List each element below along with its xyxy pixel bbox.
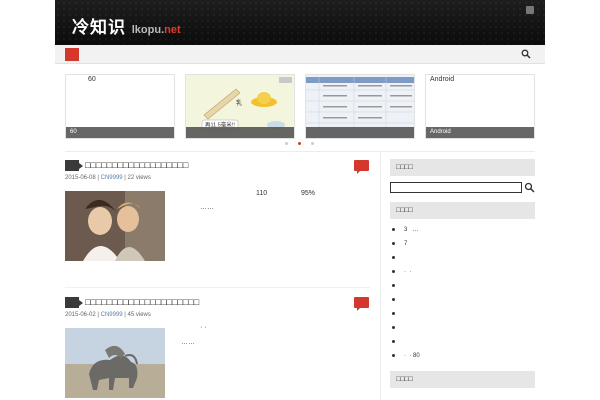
search-icon[interactable] (524, 182, 535, 193)
post-thumbnail[interactable] (65, 328, 165, 398)
sidebar-list-item[interactable] (392, 283, 404, 289)
comment-count-icon[interactable] (354, 297, 369, 311)
post-title[interactable]: □□□□□□□□□□□□□□□□□□□□□ (85, 297, 199, 307)
search-input[interactable] (390, 182, 522, 193)
slide-top-text: 60 (88, 76, 96, 83)
post-title[interactable]: □□□□□□□□□□□□□□□□□□□ (85, 160, 188, 170)
slide-caption (306, 127, 414, 138)
widget-title-tags: □□□□ (390, 371, 535, 388)
slide-3[interactable] (305, 74, 415, 139)
nav-bar (55, 45, 545, 64)
sidebar-list-item[interactable] (392, 255, 404, 261)
post-icon (65, 160, 83, 171)
post-excerpt-marks: · · (200, 324, 207, 331)
slide-caption: Android (426, 127, 534, 138)
widget-title-recent: □□□□ (390, 202, 535, 219)
logo-domain: lkopu.net (131, 24, 181, 36)
sidebar-list-item[interactable]: · · 80 (392, 353, 420, 359)
sidebar-list-item[interactable] (392, 297, 404, 303)
sidebar-list-item[interactable]: 7 (392, 241, 407, 247)
slider-dot[interactable] (311, 142, 314, 145)
site-header: 冷知识 lkopu.net (55, 0, 545, 45)
sidebar-list-item[interactable]: · · (392, 269, 411, 275)
slider-dot-active[interactable] (298, 142, 301, 145)
slide-1[interactable]: 60 60 (65, 74, 175, 139)
post-meta: 2015-06-02 | CN9999 | 45 views (65, 312, 151, 318)
sidebar-list-item[interactable] (392, 311, 404, 317)
post-views: 22 views (127, 175, 151, 181)
comment-count-icon[interactable] (354, 160, 369, 174)
post-meta: 2015-06-08 | CN9999 | 22 views (65, 175, 151, 181)
post-date: 2015-06-02 (65, 312, 96, 318)
sidebar-list-item[interactable] (392, 339, 404, 345)
content-divider (65, 151, 535, 152)
post-author: CN9999 (100, 312, 123, 318)
post-excerpt-number: 110 (256, 190, 268, 197)
post-views: 45 views (127, 312, 151, 318)
post-thumbnail[interactable] (65, 191, 165, 261)
rss-icon[interactable] (526, 6, 534, 14)
sidebar-list-item[interactable]: 3 … (392, 227, 418, 233)
post-date: 2015-06-08 (65, 175, 96, 181)
slider-dot[interactable] (285, 142, 288, 145)
slide-caption: 60 (66, 127, 174, 138)
post-icon (65, 297, 83, 308)
post-excerpt-ellipsis: …… (200, 204, 214, 211)
widget-title-search: □□□□ (390, 159, 535, 176)
logo-text: 冷知识 (72, 18, 126, 37)
post-excerpt-ellipsis: …… (181, 339, 195, 346)
post-separator (65, 287, 370, 288)
search-icon[interactable] (521, 49, 531, 59)
menu-button[interactable] (65, 48, 79, 61)
post-author: CN9999 (100, 175, 123, 181)
slide-2[interactable]: 乳 再11.5毫米!! (185, 74, 295, 139)
slide-top-text: Android (430, 76, 455, 83)
slide-caption (186, 127, 294, 138)
sidebar-list-item[interactable] (392, 325, 404, 331)
post-excerpt-percent: 95% (301, 190, 316, 197)
column-separator (380, 151, 381, 400)
svg-text:乳: 乳 (236, 99, 242, 107)
site-logo[interactable]: 冷知识 lkopu.net (72, 13, 181, 38)
slide-4[interactable]: Android Android (425, 74, 535, 139)
